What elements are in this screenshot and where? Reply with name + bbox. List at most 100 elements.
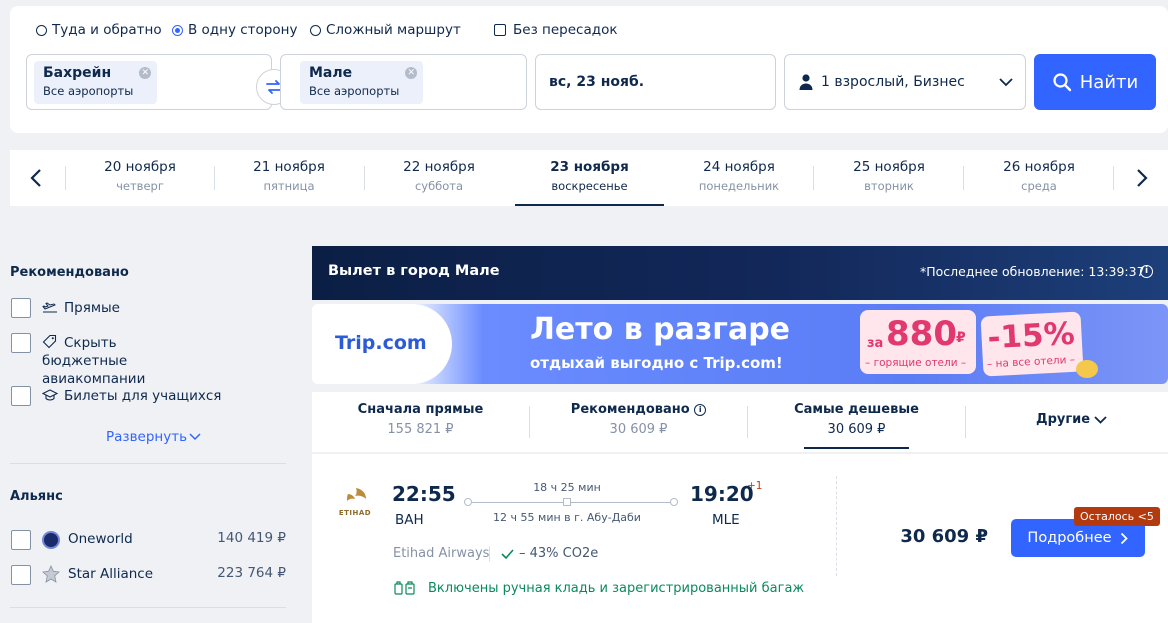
hotel-price: 880 [886,314,957,354]
flight-price: 30 609 ₽ [900,526,988,547]
to-field[interactable]: Мале Все аэропорты ✕ [280,54,527,110]
etihad-logo-mark [347,488,366,501]
chevron-left-icon[interactable] [30,168,42,188]
trip-type-oneway[interactable]: В одну сторону [172,21,297,39]
results-title: Вылет в город Мале [328,263,500,279]
radio-icon [310,24,321,36]
divider [836,476,837,576]
from-city: Бахрейн [43,65,112,81]
price-currency: ₽ [956,330,966,346]
baggage-icon [394,581,415,595]
date-tab[interactable]: 22 ноября суббота [365,150,513,206]
price-note: – горящие отели – [865,357,967,369]
filter-recommended-title: Рекомендовано [10,265,129,280]
filter-staralliance-checkbox[interactable] [11,565,31,585]
banner-headline: Лето в разгаре [530,312,791,347]
sort-recommended[interactable]: Рекомендовано i 30 609 ₽ [530,392,747,452]
sort-direct-first[interactable]: Сначала прямые 155 821 ₽ [312,392,529,452]
person-icon [799,74,813,90]
clear-from-icon[interactable]: ✕ [139,67,152,79]
promo-banner[interactable]: Trip.com Лето в разгаре отдыхай выгодно … [312,304,1168,384]
filter-budget-label: Скрыть бюджетные авиакомпании [42,335,146,387]
sort-other[interactable]: Другие [1036,412,1107,427]
flight-duration: 18 ч 25 мин [533,481,601,494]
route-stop [563,498,571,506]
etihad-logo-text: ETIHAD [338,509,372,517]
find-button[interactable]: Найти [1034,54,1156,110]
date-field[interactable]: вс, 23 нояб. [535,54,776,110]
info-icon[interactable]: i [1140,265,1153,278]
discount-note: – на все отели – [986,353,1076,371]
filter-staralliance-label: Star Alliance [68,566,154,582]
clear-to-icon[interactable]: ✕ [405,67,418,79]
route-dot [670,498,678,506]
baggage-info: Включены ручная кладь и зарегистрированн… [428,581,805,596]
to-city-chip: Мале Все аэропорты ✕ [300,61,424,104]
chevron-right-icon [1120,532,1128,544]
hotel-price-card: за 880 ₽ – горящие отели – [860,310,976,374]
checkbox-icon [494,24,506,36]
results-header: Вылет в город Мале *Последнее обновление… [312,246,1168,300]
divider [489,546,490,562]
flight-card[interactable]: ETIHAD 22:55 BAH 18 ч 25 мин 12 ч 55 мин… [312,454,1168,623]
filter-oneworld-price: 140 419 ₽ [217,530,286,546]
coin-decoration [1076,360,1098,378]
trip-type-roundtrip[interactable]: Туда и обратно [36,21,162,39]
from-city-chip: Бахрейн Все аэропорты ✕ [34,61,158,104]
filter-oneworld-label: Oneworld [68,531,133,547]
sort-cheapest[interactable]: Самые дешевые 30 609 ₽ [748,392,965,452]
star-alliance-icon [42,565,60,583]
banner-subline: отдыхай выгодно с Trip.com! [530,354,783,372]
filter-alliance-title: Альянс [10,489,63,504]
co2-info: – 43% CO2e [519,546,599,561]
date-bar: 20 ноября четверг 21 ноября пятница 22 ноя… [10,150,1168,206]
from-airports: Все аэропорты [43,84,134,98]
filter-direct-checkbox[interactable] [11,298,31,318]
departure-time: 22:55 [392,482,456,506]
divider [10,607,286,608]
trip-type-multicity[interactable]: Сложный маршрут [310,21,461,39]
etihad-logo: ETIHAD [334,486,376,522]
radio-icon [36,24,47,36]
date-value: вс, 23 нояб. [549,74,645,90]
date-tab[interactable]: 24 ноября понедельник [665,150,813,206]
active-tab-underline [804,447,909,449]
radio-selected-icon [172,24,183,36]
arrival-time: 19:20 [690,482,754,506]
chevron-right-icon[interactable] [1136,168,1148,188]
graduation-cap-icon [42,389,58,401]
stop-info: 12 ч 55 мин в г. Абу-Даби [493,511,641,524]
discount-card: -15% – на все отели – [980,311,1084,377]
filter-staralliance-price: 223 764 ₽ [217,565,286,581]
date-tab-selected[interactable]: 23 ноября воскресенье [515,150,664,206]
divider [10,463,286,464]
date-tab[interactable]: 26 ноября среда [965,150,1113,206]
info-icon: i [694,404,707,416]
seats-left-badge: Осталось <5 [1074,507,1160,526]
last-update: *Последнее обновление: 13:39:37 [920,264,1145,279]
from-field[interactable]: Бахрейн Все аэропорты ✕ [26,54,272,110]
oneworld-icon [42,531,60,549]
passengers-field[interactable]: 1 взрослый, Бизнес [784,54,1026,110]
to-airports: Все аэропорты [309,84,400,98]
filter-students-label: Билеты для учащихся [64,388,222,404]
departure-airport: BAH [395,512,424,528]
chevron-down-icon [189,433,201,441]
chevron-down-icon [999,78,1013,87]
nonstop-checkbox[interactable]: Без пересадок [494,21,618,39]
plane-icon [42,302,57,313]
check-icon [501,549,514,559]
search-icon [1053,73,1071,92]
expand-filters-link[interactable]: Развернуть [106,429,201,445]
date-tab[interactable]: 25 ноября вторник [815,150,963,206]
date-tab[interactable]: 20 ноября четверг [66,150,214,206]
filter-budget-checkbox[interactable] [11,333,31,353]
route-dot [464,498,472,506]
discount-value: -15% [986,315,1076,357]
filter-students-checkbox[interactable] [11,386,31,406]
filter-oneworld-checkbox[interactable] [11,530,31,550]
arrival-day-offset: +1 [747,480,763,492]
price-prefix: за [867,336,884,351]
chevron-down-icon [1094,415,1107,424]
date-tab[interactable]: 21 ноября пятница [215,150,363,206]
